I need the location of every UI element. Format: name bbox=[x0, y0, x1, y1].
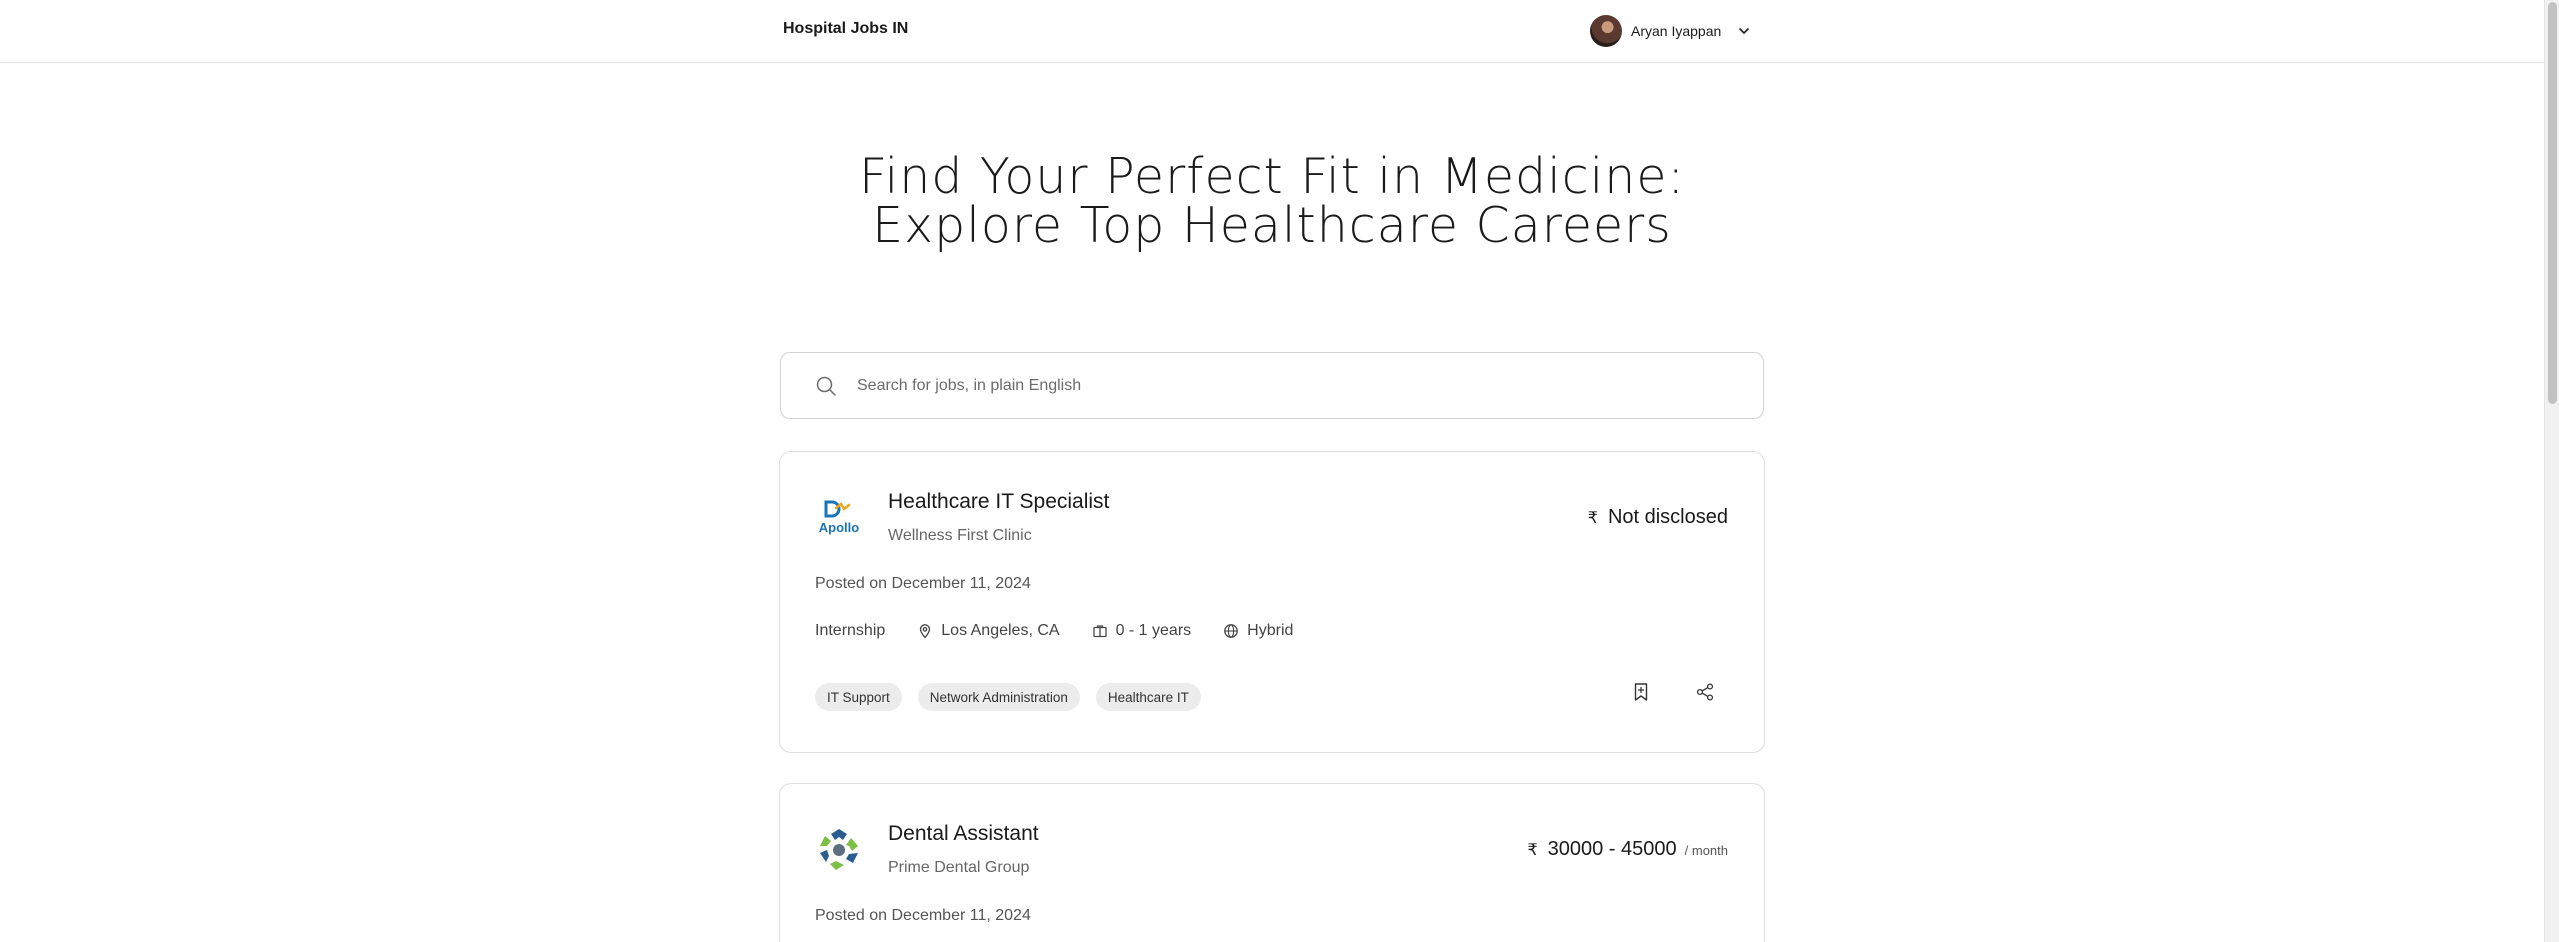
job-type-label: Internship bbox=[815, 622, 886, 639]
top-navbar: Hospital Jobs IN Aryan Iyappan bbox=[0, 0, 2544, 63]
rupee-icon: ₹ bbox=[1587, 510, 1598, 527]
salary: ₹ Not disclosed bbox=[1588, 506, 1728, 529]
job-location: Los Angeles, CA bbox=[917, 622, 1060, 640]
location-pin-icon bbox=[920, 624, 931, 639]
user-menu[interactable]: Aryan Iyappan bbox=[1590, 14, 1751, 48]
user-name: Aryan Iyappan bbox=[1631, 23, 1722, 39]
company-name: Prime Dental Group bbox=[888, 859, 1030, 876]
share-icon bbox=[1696, 683, 1714, 701]
globe-icon bbox=[1224, 624, 1239, 638]
salary-value: 30000 - 45000 bbox=[1547, 838, 1677, 860]
job-title[interactable]: Healthcare IT Specialist bbox=[888, 490, 1109, 514]
search-bar[interactable] bbox=[780, 352, 1764, 419]
scrollbar-thumb[interactable] bbox=[2548, 2, 2557, 404]
company-logo: Apollo bbox=[819, 500, 859, 535]
hero-line-2: Explore Top Healthcare Careers bbox=[872, 197, 1672, 254]
company-logo bbox=[820, 829, 858, 870]
bookmark-button[interactable] bbox=[1626, 677, 1656, 707]
skill-tags: IT Support Network Administration Health… bbox=[815, 683, 1217, 711]
skill-tag[interactable]: Healthcare IT bbox=[1095, 683, 1201, 711]
skill-tag[interactable]: Network Administration bbox=[917, 683, 1080, 711]
mode-label: Hybrid bbox=[1247, 622, 1294, 639]
job-mode: Hybrid bbox=[1223, 622, 1293, 640]
experience-label: 0 - 1 years bbox=[1115, 622, 1192, 639]
search-input[interactable] bbox=[857, 376, 1737, 395]
rupee-icon: ₹ bbox=[1527, 842, 1538, 859]
avatar bbox=[1590, 15, 1622, 47]
company-name: Wellness First Clinic bbox=[888, 527, 1032, 544]
chevron-down-icon bbox=[1739, 28, 1750, 34]
share-button[interactable] bbox=[1690, 677, 1720, 707]
job-title[interactable]: Dental Assistant bbox=[888, 822, 1039, 846]
location-label: Los Angeles, CA bbox=[941, 622, 1060, 639]
salary-period: / month bbox=[1684, 843, 1728, 858]
briefcase-icon bbox=[1092, 625, 1107, 638]
svg-text:Apollo: Apollo bbox=[819, 520, 859, 535]
salary-value: Not disclosed bbox=[1607, 506, 1728, 528]
page-scrollbar[interactable] bbox=[2544, 0, 2559, 942]
job-card[interactable]: Dental Assistant Prime Dental Group ₹ 30… bbox=[779, 783, 1765, 942]
brand-link[interactable]: Hospital Jobs IN bbox=[783, 20, 908, 38]
hero-heading: Find Your Perfect Fit in Medicine: Explo… bbox=[700, 152, 1844, 250]
page: Hospital Jobs IN Aryan Iyappan Find Your… bbox=[0, 0, 2559, 942]
posted-date: Posted on December 11, 2024 bbox=[815, 907, 1031, 924]
skill-tag[interactable]: IT Support bbox=[815, 683, 902, 711]
job-card[interactable]: Apollo Healthcare IT Specialist Wellness… bbox=[779, 451, 1765, 753]
job-experience: 0 - 1 years bbox=[1092, 622, 1192, 640]
search-icon bbox=[816, 376, 836, 396]
bookmark-icon bbox=[1634, 683, 1648, 701]
job-type: Internship bbox=[815, 622, 885, 640]
salary: ₹ 30000 - 45000 / month bbox=[1527, 838, 1728, 861]
hero-line-1: Find Your Perfect Fit in Medicine: bbox=[858, 148, 1686, 205]
job-meta: Internship Los Angeles, CA 0 - 1 years H… bbox=[815, 622, 1325, 640]
posted-date: Posted on December 11, 2024 bbox=[815, 575, 1031, 592]
